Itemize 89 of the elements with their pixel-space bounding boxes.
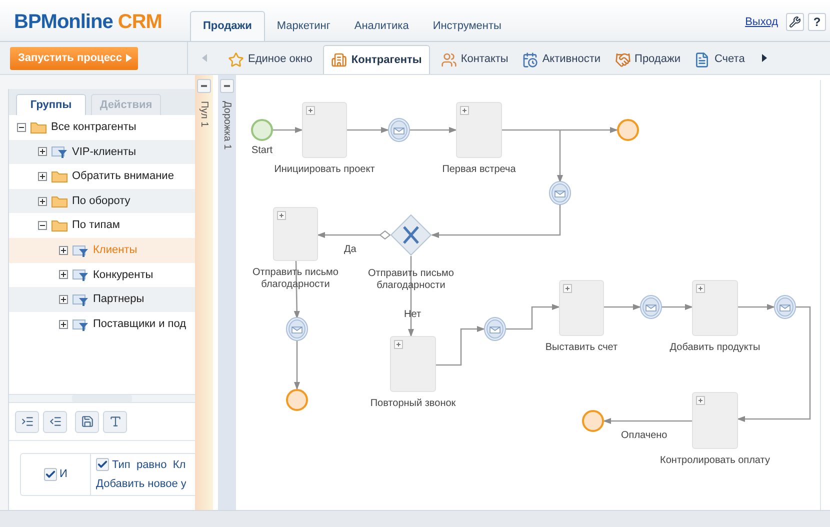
message-event[interactable] xyxy=(640,295,662,319)
tree-item[interactable]: Партнеры xyxy=(9,287,195,312)
filter-icon xyxy=(51,145,68,158)
filter-icon xyxy=(72,244,89,257)
star-icon xyxy=(228,52,244,68)
message-event[interactable] xyxy=(484,317,506,341)
collapse-icon[interactable] xyxy=(38,221,47,230)
folder-icon xyxy=(51,194,68,208)
exclusive-gateway[interactable] xyxy=(390,214,432,256)
node-label: Отправить письмо благодарности xyxy=(251,267,340,291)
scroll-right-icon[interactable] xyxy=(762,54,767,62)
tree-item[interactable]: По обороту xyxy=(9,188,195,214)
check-icon xyxy=(44,469,56,480)
start-event[interactable] xyxy=(251,119,273,141)
node-label: Отправить письмо благодарности xyxy=(366,268,455,292)
message-event[interactable] xyxy=(774,295,796,319)
folder-icon xyxy=(51,219,68,232)
settings-button[interactable] xyxy=(786,13,804,31)
building-icon xyxy=(331,52,348,68)
document-icon xyxy=(694,52,710,68)
node-label: Инициировать проект xyxy=(273,164,376,176)
checkbox[interactable] xyxy=(96,458,109,472)
minus-icon xyxy=(201,85,207,87)
operator-label: И xyxy=(60,467,68,482)
section-tab[interactable]: Единое окно xyxy=(221,45,320,74)
end-event[interactable] xyxy=(582,410,604,432)
indent-icon xyxy=(20,415,34,428)
node-label: Выставить счет xyxy=(544,342,619,354)
section-tab[interactable]: Продажи xyxy=(608,45,688,74)
expand-icon[interactable] xyxy=(59,246,68,255)
message-event[interactable] xyxy=(286,317,308,341)
people-icon xyxy=(440,52,457,68)
save-button[interactable] xyxy=(75,410,99,432)
node-label: Start xyxy=(250,145,274,157)
collapse-button[interactable] xyxy=(220,79,234,93)
wrench-icon xyxy=(789,16,801,28)
expand-icon[interactable] xyxy=(59,320,68,329)
check-icon xyxy=(97,459,108,470)
indent-button[interactable] xyxy=(15,410,39,432)
expand-icon[interactable] xyxy=(59,270,68,280)
expand-icon[interactable] xyxy=(38,172,47,181)
node-label: Контролировать оплату xyxy=(659,455,771,467)
handshake-icon xyxy=(614,52,631,68)
message-event[interactable] xyxy=(549,181,571,205)
node-label: Первая встреча xyxy=(441,164,517,176)
expand-icon[interactable] xyxy=(59,294,68,304)
message-event[interactable] xyxy=(388,118,410,142)
minus-icon xyxy=(224,85,230,87)
add-condition-link[interactable]: Добавить новое у xyxy=(96,476,186,492)
calendar-icon xyxy=(522,52,538,68)
expand-icon[interactable] xyxy=(38,147,47,156)
save-icon xyxy=(80,415,94,428)
pool-label: Пул 1 xyxy=(198,101,210,128)
end-event[interactable] xyxy=(617,119,639,141)
play-icon xyxy=(126,54,132,62)
collapse-button[interactable] xyxy=(197,79,211,93)
format-button[interactable] xyxy=(103,410,127,432)
outdent-icon xyxy=(48,415,62,428)
logout-link[interactable]: Выход xyxy=(745,14,778,30)
filter-icon xyxy=(72,268,89,282)
checkbox[interactable] xyxy=(44,468,57,481)
folder-icon xyxy=(51,170,68,183)
flow-label: Нет xyxy=(404,308,422,322)
section-tab[interactable]: Контрагенты xyxy=(323,45,430,74)
node-label: Добавить продукты xyxy=(668,342,762,354)
filter-icon xyxy=(72,318,89,331)
section-tab[interactable]: Контакты xyxy=(434,45,516,74)
sidebar-tab[interactable]: Группы xyxy=(16,94,86,115)
top-tab[interactable]: Продажи xyxy=(190,11,265,41)
condition-text: Тип равно Кл xyxy=(112,458,186,472)
help-button[interactable]: ? xyxy=(808,13,826,31)
section-tab[interactable]: Активности xyxy=(515,45,608,74)
flow-label: Оплачено xyxy=(621,429,668,443)
outdent-button[interactable] xyxy=(43,410,67,432)
folder-icon xyxy=(30,120,47,134)
section-tab[interactable]: Счета xyxy=(687,45,752,74)
tree-item[interactable]: VIP-клиенты xyxy=(9,140,195,164)
logo: BPMonline CRM xyxy=(13,12,163,35)
end-event[interactable] xyxy=(286,389,308,411)
top-tab[interactable]: Инструменты xyxy=(420,11,514,41)
top-tab[interactable]: Маркетинг xyxy=(264,11,342,41)
collapse-icon[interactable] xyxy=(17,122,26,132)
text-icon xyxy=(108,415,122,428)
node-label: Повторный звонок xyxy=(369,398,457,410)
top-tab[interactable]: Аналитика xyxy=(342,11,421,41)
lane-label: Дорожка 1 xyxy=(220,101,234,150)
flow-label: Да xyxy=(344,243,356,257)
expand-icon[interactable] xyxy=(38,196,47,206)
filter-icon xyxy=(72,292,89,306)
